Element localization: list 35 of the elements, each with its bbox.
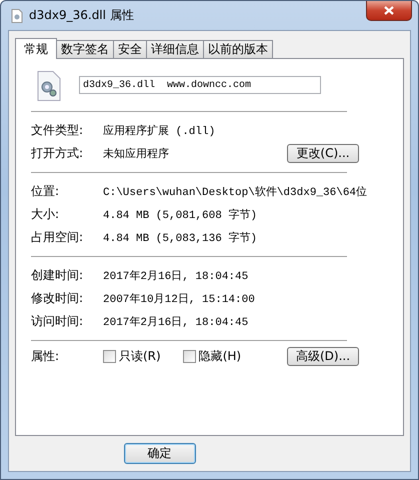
field-label: 打开方式: xyxy=(31,145,84,162)
checkbox-label[interactable]: 只读(R) xyxy=(119,348,161,365)
tab[interactable]: 安全 xyxy=(113,40,147,58)
field-label: 访问时间: xyxy=(31,313,84,330)
field-label: 文件类型: xyxy=(31,122,84,139)
field-label: 修改时间: xyxy=(31,290,84,307)
close-icon xyxy=(384,6,394,15)
field-value: 4.84 MB (5,083,136 字节) xyxy=(103,230,258,245)
field-value: 2007年10月12日, 15:14:00 xyxy=(103,292,256,306)
tab[interactable]: 以前的版本 xyxy=(203,40,273,58)
field-label: 属性: xyxy=(31,348,60,365)
checkbox-label[interactable]: 隐藏(H) xyxy=(198,348,242,365)
field-value: 2017年2月16日, 18:04:45 xyxy=(103,269,250,283)
window-title: d3dx9_36.dll 属性 xyxy=(29,7,135,24)
field-value: 应用程序扩展 (.dll) xyxy=(103,124,216,138)
field-label: 位置: xyxy=(31,183,60,200)
field-value: 未知应用程序 xyxy=(103,146,170,161)
ok-button[interactable]: 确定 xyxy=(124,443,196,464)
field-value: C:\Users\wuhan\Desktop\软件\d3dx9_36\64位 xyxy=(103,185,368,199)
tab[interactable]: 数字签名 xyxy=(56,40,114,58)
tab[interactable]: 详细信息 xyxy=(146,40,204,58)
file-icon xyxy=(11,8,23,22)
close-button[interactable] xyxy=(366,1,412,21)
file-name-field[interactable]: d3dx9_36.dll www.downcc.com xyxy=(79,76,321,94)
checkbox[interactable] xyxy=(103,350,116,363)
field-label: 创建时间: xyxy=(31,267,84,284)
field-label: 大小: xyxy=(31,206,60,223)
gear-file-icon xyxy=(37,71,61,101)
tab[interactable]: 常规 xyxy=(15,38,57,59)
change-button[interactable]: 更改(C)... xyxy=(287,144,359,163)
field-label: 占用空间: xyxy=(31,229,84,246)
field-value: 2017年2月16日, 18:04:45 xyxy=(103,315,250,329)
checkbox[interactable] xyxy=(182,350,196,363)
field-value: 4.84 MB (5,081,608 字节) xyxy=(103,208,258,222)
advanced-button[interactable]: 高级(D)... xyxy=(287,347,359,366)
